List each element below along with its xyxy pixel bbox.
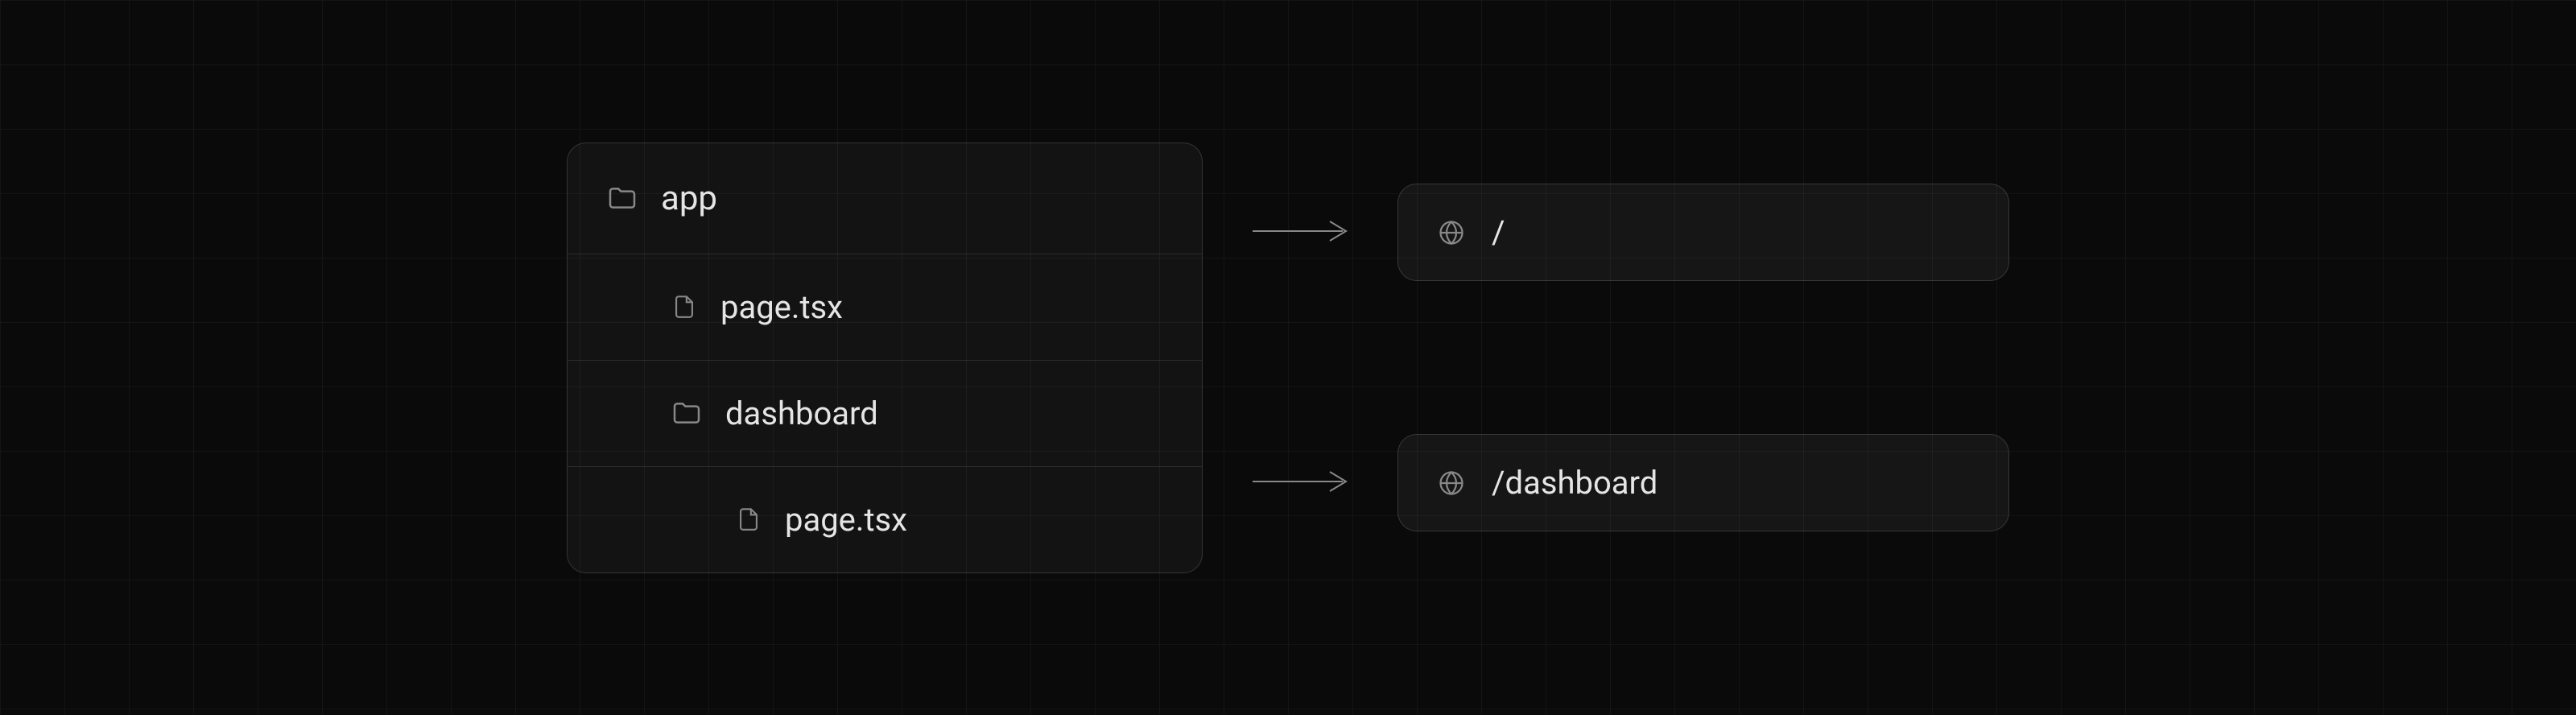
- folder-row: dashboard: [568, 361, 1202, 467]
- url-pill: /: [1397, 184, 2009, 281]
- mapping-row: /dashboard: [1248, 434, 2009, 531]
- file-icon: [671, 293, 698, 320]
- file-row: page.tsx: [568, 254, 1202, 361]
- folder-icon: [606, 182, 638, 214]
- arrow-icon: [1248, 465, 1352, 501]
- globe-icon: [1437, 469, 1466, 498]
- folder-icon: [671, 397, 703, 429]
- file-label: page.tsx: [720, 288, 843, 326]
- globe-icon: [1437, 218, 1466, 247]
- root-folder-label: app: [661, 179, 717, 218]
- url-path: /dashboard: [1492, 464, 1657, 502]
- route-mappings: / /dashboard: [1248, 184, 2009, 531]
- file-icon: [735, 506, 762, 533]
- file-label: page.tsx: [785, 501, 907, 539]
- folder-label: dashboard: [725, 395, 878, 432]
- url-pill: /dashboard: [1397, 434, 2009, 531]
- file-tree-root: app: [568, 143, 1202, 254]
- routing-diagram: app page.tsx dashboard page.tsx: [567, 143, 2009, 573]
- diagram-container: app page.tsx dashboard page.tsx: [0, 0, 2576, 715]
- file-tree-panel: app page.tsx dashboard page.tsx: [567, 143, 1203, 573]
- url-path: /: [1492, 213, 1505, 251]
- arrow-icon: [1248, 215, 1352, 250]
- mapping-row: /: [1248, 184, 2009, 281]
- file-row: page.tsx: [568, 467, 1202, 572]
